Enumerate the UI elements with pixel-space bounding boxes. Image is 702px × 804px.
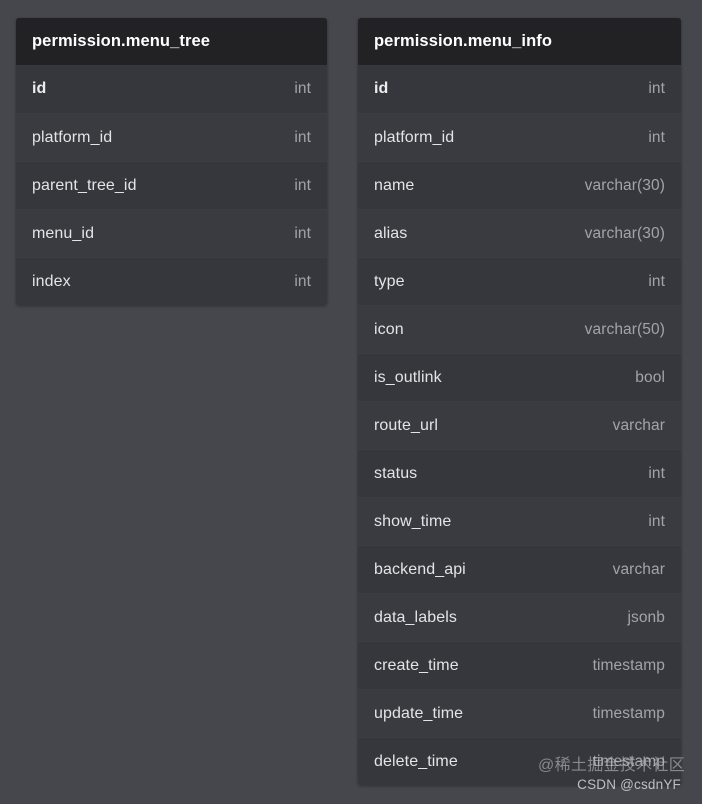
table-row[interactable]: update_time timestamp <box>358 689 681 737</box>
table-row[interactable]: alias varchar(30) <box>358 209 681 257</box>
table-header-menu-info: permission.menu_info <box>358 18 681 65</box>
field-name: create_time <box>374 656 459 674</box>
table-row[interactable]: index int <box>16 257 327 305</box>
table-row[interactable]: platform_id int <box>16 113 327 161</box>
field-name: index <box>32 272 71 290</box>
table-row[interactable]: data_labels jsonb <box>358 593 681 641</box>
table-header-menu-tree: permission.menu_tree <box>16 18 327 65</box>
field-name: is_outlink <box>374 368 442 386</box>
table-row[interactable]: menu_id int <box>16 209 327 257</box>
field-name: id <box>32 80 47 97</box>
table-card-menu-tree[interactable]: permission.menu_tree id int platform_id … <box>16 18 327 305</box>
table-row[interactable]: id int <box>358 65 681 113</box>
field-name: type <box>374 272 405 290</box>
field-list-menu-info: id int platform_id int name varchar(30) … <box>358 65 681 785</box>
field-type: varchar(30) <box>584 176 665 194</box>
field-type: int <box>294 176 311 194</box>
field-type: varchar <box>612 560 665 578</box>
field-type: int <box>648 128 665 146</box>
field-name: platform_id <box>374 128 455 146</box>
field-name: delete_time <box>374 752 458 770</box>
field-list-menu-tree: id int platform_id int parent_tree_id in… <box>16 65 327 305</box>
table-row[interactable]: backend_api varchar <box>358 545 681 593</box>
field-name: menu_id <box>32 224 95 242</box>
field-type: timestamp <box>592 656 665 674</box>
field-type: int <box>294 128 311 146</box>
field-name: parent_tree_id <box>32 176 137 194</box>
field-type: int <box>648 512 665 530</box>
table-row[interactable]: icon varchar(50) <box>358 305 681 353</box>
field-type: int <box>294 80 311 97</box>
table-row[interactable]: parent_tree_id int <box>16 161 327 209</box>
table-row[interactable]: id int <box>16 65 327 113</box>
table-row[interactable]: platform_id int <box>358 113 681 161</box>
table-row[interactable]: status int <box>358 449 681 497</box>
field-type: varchar <box>612 416 665 434</box>
field-name: data_labels <box>374 608 457 626</box>
table-title: permission.menu_info <box>374 32 553 50</box>
table-title: permission.menu_tree <box>32 32 211 50</box>
field-type: timestamp <box>592 752 665 770</box>
table-row[interactable]: delete_time timestamp <box>358 737 681 785</box>
field-name: backend_api <box>374 560 466 578</box>
table-card-menu-info[interactable]: permission.menu_info id int platform_id … <box>358 18 681 785</box>
field-name: id <box>374 80 389 97</box>
field-name: show_time <box>374 512 452 530</box>
table-row[interactable]: is_outlink bool <box>358 353 681 401</box>
erd-canvas: permission.menu_tree id int platform_id … <box>0 0 702 804</box>
field-type: timestamp <box>592 704 665 722</box>
field-type: int <box>648 80 665 97</box>
field-type: int <box>294 272 311 290</box>
field-type: varchar(50) <box>584 320 665 338</box>
table-row[interactable]: show_time int <box>358 497 681 545</box>
field-name: route_url <box>374 416 439 434</box>
field-type: int <box>294 224 311 242</box>
field-name: name <box>374 176 415 194</box>
field-name: alias <box>374 224 408 242</box>
table-row[interactable]: name varchar(30) <box>358 161 681 209</box>
field-type: int <box>648 272 665 290</box>
table-row[interactable]: type int <box>358 257 681 305</box>
field-type: bool <box>635 368 665 386</box>
field-type: varchar(30) <box>584 224 665 242</box>
table-row[interactable]: create_time timestamp <box>358 641 681 689</box>
field-name: icon <box>374 320 404 338</box>
field-type: jsonb <box>627 608 665 626</box>
field-name: status <box>374 464 418 482</box>
field-name: update_time <box>374 704 464 722</box>
table-row[interactable]: route_url varchar <box>358 401 681 449</box>
field-type: int <box>648 464 665 482</box>
field-name: platform_id <box>32 128 113 146</box>
